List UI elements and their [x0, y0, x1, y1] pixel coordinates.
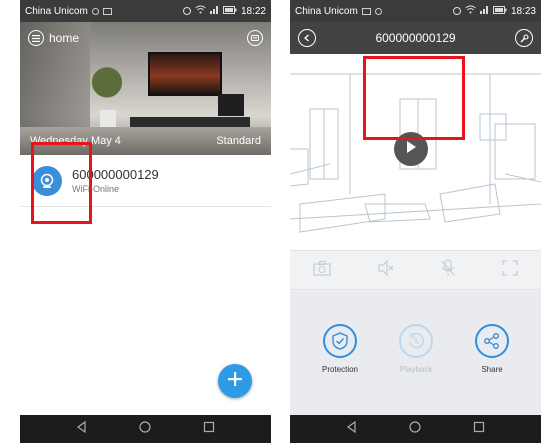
- playback-label: Playback: [399, 365, 433, 374]
- play-icon: [404, 140, 418, 159]
- sim-icon: [91, 7, 99, 15]
- back-button[interactable]: [298, 29, 316, 47]
- recents-nav-icon[interactable]: [203, 420, 215, 438]
- status-bar: China Unicom 18:22: [20, 0, 271, 22]
- highlight-annotation: [31, 142, 92, 224]
- carrier-label: China Unicom: [25, 5, 88, 17]
- clock-label: 18:23: [510, 5, 536, 17]
- home-selector[interactable]: home: [28, 30, 79, 46]
- protection-label: Protection: [321, 365, 359, 374]
- message-icon[interactable]: [247, 30, 263, 46]
- home-banner: home Wednesday May 4 Standard: [20, 22, 271, 155]
- wifi-icon: [195, 5, 206, 17]
- status-bar: China Unicom 18:23: [290, 0, 541, 22]
- share-icon: [475, 324, 509, 358]
- plus-icon: [228, 371, 242, 391]
- protection-button[interactable]: Protection: [310, 324, 370, 374]
- banner-plant: [92, 60, 122, 116]
- mic-off-icon[interactable]: [440, 258, 456, 282]
- signal-icon: [479, 5, 489, 17]
- back-nav-icon[interactable]: [346, 420, 358, 438]
- wifi-icon: [465, 5, 476, 17]
- fullscreen-icon[interactable]: [502, 259, 518, 281]
- settings-wrench-icon[interactable]: [515, 29, 533, 47]
- banner-pot: [100, 110, 116, 128]
- home-nav-icon[interactable]: [409, 420, 422, 438]
- signal-icon: [209, 5, 219, 17]
- mute-icon[interactable]: [377, 259, 395, 281]
- function-panel: Protection Playback Share: [290, 291, 541, 415]
- menu-icon[interactable]: [28, 30, 44, 46]
- history-icon: [399, 324, 433, 358]
- image-notification-icon: [361, 7, 371, 15]
- sim-icon: [374, 7, 382, 15]
- add-device-button[interactable]: [218, 364, 252, 398]
- system-nav-bar: [290, 415, 541, 443]
- camera-icon[interactable]: [313, 260, 331, 281]
- video-controls-bar: [290, 250, 541, 290]
- shield-check-icon: [323, 324, 357, 358]
- title-bar: 600000000129: [290, 22, 541, 54]
- device-list-screen: China Unicom 18:22 home Wednesday May 4 …: [20, 0, 271, 443]
- share-button[interactable]: Share: [462, 324, 522, 374]
- mode-label[interactable]: Standard: [216, 135, 261, 147]
- alarm-icon: [182, 7, 191, 15]
- banner-tv: [148, 52, 222, 96]
- battery-icon: [492, 5, 507, 17]
- home-label: home: [49, 31, 80, 45]
- playback-button[interactable]: Playback: [386, 324, 446, 374]
- camera-view-screen: China Unicom 18:23 600000000129 Protecti…: [290, 0, 541, 443]
- alarm-icon: [452, 7, 461, 15]
- device-title: 600000000129: [375, 31, 456, 45]
- home-nav-icon[interactable]: [139, 420, 152, 438]
- recents-nav-icon[interactable]: [473, 420, 485, 438]
- battery-icon: [222, 5, 237, 17]
- back-nav-icon[interactable]: [76, 420, 88, 438]
- system-nav-bar: [20, 415, 271, 443]
- image-notification-icon: [102, 7, 112, 15]
- carrier-label: China Unicom: [295, 5, 358, 17]
- banner-speaker: [218, 94, 244, 116]
- share-label: Share: [481, 365, 503, 374]
- highlight-annotation: [363, 56, 465, 140]
- clock-label: 18:22: [240, 5, 266, 17]
